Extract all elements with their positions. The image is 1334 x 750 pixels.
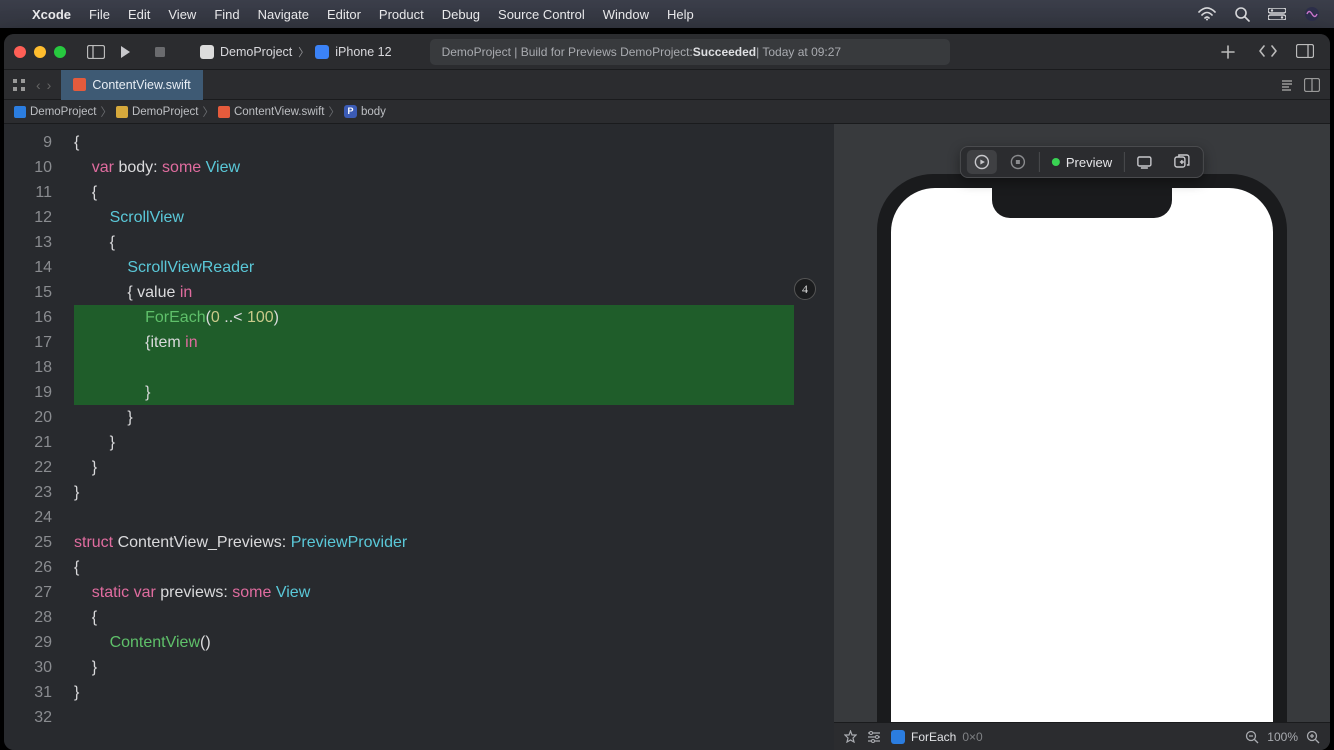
jump-bar[interactable]: DemoProject 〉 DemoProject 〉 ContentView.… bbox=[4, 100, 1330, 124]
nav-back-button[interactable]: ‹ bbox=[34, 77, 43, 93]
scheme-device-icon bbox=[315, 45, 329, 59]
device-settings-button[interactable] bbox=[1131, 150, 1161, 174]
minimize-window-button[interactable] bbox=[34, 46, 46, 58]
preview-canvas: Preview For bbox=[834, 124, 1330, 750]
scheme-target-icon bbox=[200, 45, 214, 59]
folder-icon bbox=[116, 106, 128, 118]
menu-product[interactable]: Product bbox=[379, 7, 424, 22]
crumb-folder[interactable]: DemoProject bbox=[116, 106, 198, 118]
selected-element[interactable]: ForEach 0×0 bbox=[891, 730, 983, 744]
preview-status-label: Preview bbox=[1066, 155, 1112, 170]
crumb-label: DemoProject bbox=[132, 106, 198, 118]
pin-preview-button[interactable] bbox=[844, 730, 857, 743]
crumb-project[interactable]: DemoProject bbox=[14, 106, 96, 118]
chevron-right-icon: 〉 bbox=[329, 104, 341, 120]
crumb-label: ContentView.swift bbox=[234, 106, 325, 118]
selected-element-name: ForEach bbox=[911, 730, 956, 744]
xcode-window: DemoProject 〉 iPhone 12 DemoProject | Bu… bbox=[4, 34, 1330, 750]
preview-status[interactable]: Preview bbox=[1046, 155, 1118, 170]
menu-help[interactable]: Help bbox=[667, 7, 694, 22]
swift-file-icon bbox=[218, 106, 230, 118]
menu-editor[interactable]: Editor bbox=[327, 7, 361, 22]
stop-button[interactable] bbox=[154, 46, 182, 58]
device-wrap bbox=[834, 124, 1330, 722]
issue-count-badge[interactable]: 4 bbox=[794, 278, 816, 300]
chevron-right-icon: 〉 bbox=[298, 44, 309, 60]
preview-toolbar: Preview bbox=[960, 146, 1204, 178]
device-screen[interactable] bbox=[891, 188, 1273, 722]
editor-options-button[interactable] bbox=[1304, 78, 1320, 92]
canvas-footer: ForEach 0×0 100% bbox=[834, 722, 1330, 750]
code-review-button[interactable] bbox=[1258, 44, 1282, 60]
status-result: Succeeded bbox=[693, 45, 756, 59]
project-icon bbox=[14, 106, 26, 118]
zoom-out-button[interactable] bbox=[1245, 730, 1259, 744]
scheme-device-label: iPhone 12 bbox=[335, 45, 391, 59]
source-editor[interactable]: 9101112131415161718192021222324252627282… bbox=[4, 124, 834, 750]
spotlight-icon[interactable] bbox=[1234, 6, 1250, 22]
zoom-level[interactable]: 100% bbox=[1267, 730, 1298, 744]
control-center-icon[interactable] bbox=[1268, 8, 1286, 20]
crumb-symbol[interactable]: body bbox=[344, 105, 386, 118]
preview-status-dot-icon bbox=[1052, 158, 1060, 166]
chevron-right-icon: 〉 bbox=[100, 104, 112, 120]
selected-element-size: 0×0 bbox=[962, 730, 982, 744]
window-titlebar: DemoProject 〉 iPhone 12 DemoProject | Bu… bbox=[4, 34, 1330, 70]
menu-window[interactable]: Window bbox=[603, 7, 649, 22]
close-window-button[interactable] bbox=[14, 46, 26, 58]
selectable-preview-button[interactable] bbox=[1003, 150, 1033, 174]
add-button[interactable] bbox=[1220, 44, 1244, 60]
tab-contentview[interactable]: ContentView.swift bbox=[61, 70, 202, 100]
navigator-toggle-button[interactable] bbox=[82, 41, 110, 63]
menu-edit[interactable]: Edit bbox=[128, 7, 150, 22]
line-gutter: 9101112131415161718192021222324252627282… bbox=[4, 124, 64, 750]
run-button[interactable] bbox=[118, 45, 146, 59]
divider bbox=[1124, 152, 1125, 172]
inspector-toggle-button[interactable] bbox=[1296, 44, 1320, 60]
device-notch bbox=[992, 188, 1172, 218]
menu-navigate[interactable]: Navigate bbox=[258, 7, 309, 22]
window-controls bbox=[14, 46, 66, 58]
related-items-button[interactable] bbox=[12, 78, 26, 92]
live-preview-button[interactable] bbox=[967, 150, 997, 174]
menu-view[interactable]: View bbox=[168, 7, 196, 22]
preview-variants-button[interactable] bbox=[1167, 150, 1197, 174]
macos-menubar: Xcode File Edit View Find Navigate Edito… bbox=[0, 0, 1334, 28]
tab-label: ContentView.swift bbox=[92, 78, 190, 92]
activity-status[interactable]: DemoProject | Build for Previews DemoPro… bbox=[430, 39, 950, 65]
menu-source-control[interactable]: Source Control bbox=[498, 7, 585, 22]
scheme-selector[interactable]: DemoProject 〉 iPhone 12 bbox=[190, 40, 402, 64]
siri-icon[interactable] bbox=[1304, 6, 1320, 22]
menu-file[interactable]: File bbox=[89, 7, 110, 22]
wifi-icon[interactable] bbox=[1198, 7, 1216, 21]
main-split: 9101112131415161718192021222324252627282… bbox=[4, 124, 1330, 750]
status-prefix: DemoProject | Build for Previews DemoPro… bbox=[442, 45, 693, 59]
swift-file-icon bbox=[73, 78, 86, 91]
menu-appname[interactable]: Xcode bbox=[32, 7, 71, 22]
chevron-right-icon: 〉 bbox=[202, 104, 214, 120]
divider bbox=[1039, 152, 1040, 172]
crumb-label: DemoProject bbox=[30, 106, 96, 118]
code-area[interactable]: { var body: some View { ScrollView { Scr… bbox=[64, 124, 834, 750]
crumb-file[interactable]: ContentView.swift bbox=[218, 106, 325, 118]
minimap-toggle-icon[interactable] bbox=[1280, 78, 1294, 92]
property-icon bbox=[344, 105, 357, 118]
status-suffix: | Today at 09:27 bbox=[756, 45, 841, 59]
nav-forward-button[interactable]: › bbox=[45, 77, 54, 93]
iphone-device-frame bbox=[877, 174, 1287, 722]
menu-debug[interactable]: Debug bbox=[442, 7, 480, 22]
crumb-label: body bbox=[361, 106, 386, 118]
scheme-target-label: DemoProject bbox=[220, 45, 292, 59]
tab-bar: ‹ › ContentView.swift bbox=[4, 70, 1330, 100]
zoom-window-button[interactable] bbox=[54, 46, 66, 58]
view-icon bbox=[891, 730, 905, 744]
adjust-preview-button[interactable] bbox=[867, 731, 881, 743]
zoom-in-button[interactable] bbox=[1306, 730, 1320, 744]
menu-find[interactable]: Find bbox=[214, 7, 239, 22]
